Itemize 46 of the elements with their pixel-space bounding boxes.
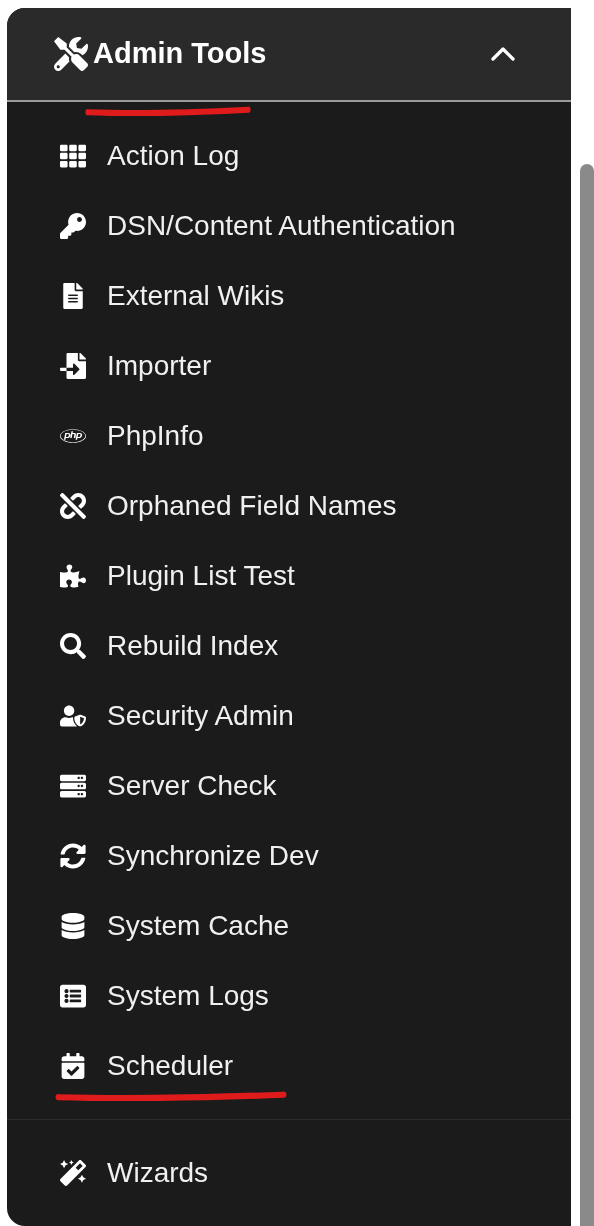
menu-item-label: System Cache (107, 909, 290, 943)
search-icon (60, 633, 86, 659)
document-icon (60, 283, 86, 309)
menu-item[interactable]: Scheduler (7, 1031, 571, 1101)
server-icon (60, 773, 86, 799)
menu-item-label: External Wikis (107, 279, 285, 313)
menu-item[interactable]: DSN/Content Authentication (7, 191, 571, 261)
menu-item-label: Wizards (107, 1156, 209, 1190)
menu-item[interactable]: Rebuild Index (7, 611, 571, 681)
user-shield-icon (60, 703, 86, 729)
menu-item-label: Rebuild Index (107, 629, 279, 663)
menu-item-label: DSN/Content Authentication (107, 209, 456, 243)
menu-item-label: Security Admin (107, 699, 294, 733)
menu-item[interactable]: PhpInfo (7, 401, 571, 471)
menu-item-label: System Logs (107, 979, 269, 1013)
section-title: Admin Tools (93, 36, 267, 72)
menu-item-label: Orphaned Field Names (107, 489, 397, 523)
sync-icon (60, 843, 86, 869)
menu-item[interactable]: Orphaned Field Names (7, 471, 571, 541)
menu-item[interactable]: System Logs (7, 961, 571, 1031)
database-icon (60, 913, 86, 939)
file-import-icon (60, 353, 86, 379)
broken-link-icon (60, 493, 86, 519)
list-icon (60, 983, 86, 1009)
menu-item-label: Plugin List Test (107, 559, 295, 593)
menu-item[interactable]: Action Log (7, 121, 571, 191)
grid-icon (60, 143, 86, 169)
menu-item[interactable]: Importer (7, 331, 571, 401)
menu-item[interactable]: External Wikis (7, 261, 571, 331)
menu-item[interactable]: Synchronize Dev (7, 821, 571, 891)
menu-item[interactable]: Server Check (7, 751, 571, 821)
tools-icon (53, 37, 89, 71)
key-icon (60, 213, 86, 239)
puzzle-piece-icon (60, 563, 86, 589)
menu-item[interactable]: Plugin List Test (7, 541, 571, 611)
menu-item[interactable]: Wizards (7, 1138, 571, 1208)
magic-wand-icon (60, 1160, 86, 1186)
menu-item-label: Importer (107, 349, 212, 383)
menu-item-label: Scheduler (107, 1049, 234, 1083)
menu-item-label: Action Log (107, 139, 240, 173)
menu-item-label: PhpInfo (107, 419, 204, 453)
menu-item[interactable]: Security Admin (7, 681, 571, 751)
menu-item-label: Server Check (107, 769, 277, 803)
menu-item-label: Synchronize Dev (107, 839, 319, 873)
menu-item[interactable]: System Cache (7, 891, 571, 961)
calendar-check-icon (60, 1053, 86, 1079)
